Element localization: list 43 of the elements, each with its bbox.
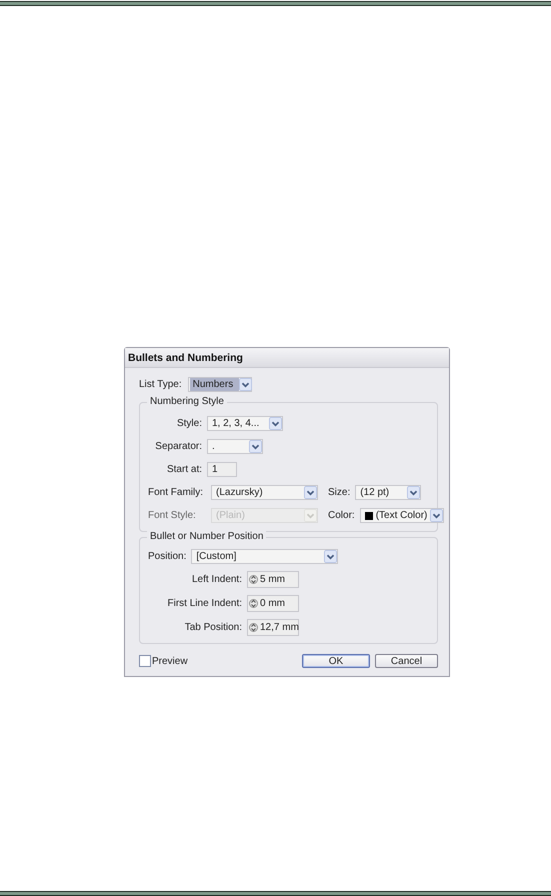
spinner-arrows-icon[interactable] — [249, 573, 258, 586]
field-label: List Type: — [139, 379, 182, 390]
field-label: Size: — [328, 487, 350, 498]
dropdown-field[interactable]: (12 pt) — [355, 485, 422, 500]
field-label: First Line Indent: — [166, 598, 242, 609]
field-label: Separator: — [154, 441, 202, 452]
dropdown-value: (Text Color) — [376, 510, 428, 521]
field-label: Style: — [176, 418, 202, 429]
spinner-value: 5 mm — [260, 574, 285, 585]
dropdown-value: 1, 2, 3, 4... — [212, 418, 260, 429]
dropdown-field[interactable]: . — [207, 439, 263, 454]
cancel-button[interactable]: Cancel — [375, 654, 438, 668]
spinner-field[interactable]: 12,7 mm — [247, 619, 299, 636]
spinner-value: 0 mm — [260, 598, 285, 609]
checkbox[interactable] — [139, 655, 151, 667]
spinner-field[interactable]: 0 mm — [247, 595, 299, 612]
input-field[interactable]: 1 — [207, 462, 237, 477]
field-label: Color: — [328, 510, 355, 521]
dropdown-field[interactable]: 1, 2, 3, 4... — [207, 416, 283, 431]
dropdown-value: (Lazursky) — [216, 487, 263, 498]
dropdown-value: Numbers — [190, 378, 240, 391]
dropdown-value: [Custom] — [196, 551, 236, 562]
dropdown-field[interactable]: (Lazursky) — [211, 485, 318, 500]
ok-button[interactable]: OK — [302, 654, 370, 668]
field-label: Position: — [148, 551, 186, 562]
dropdown-value: . — [212, 441, 215, 452]
group-title: Numbering Style — [147, 396, 227, 407]
spinner-field[interactable]: 5 mm — [247, 571, 299, 588]
checkbox-label[interactable]: Preview — [152, 656, 188, 666]
field-label: Left Indent: — [190, 574, 242, 585]
field-label: Font Family: — [148, 487, 204, 498]
spinner-arrows-icon[interactable] — [249, 621, 258, 634]
spinner-arrows-icon[interactable] — [249, 597, 258, 610]
window-title: Bullets and Numbering — [128, 352, 243, 364]
spinner-value: 12,7 mm — [260, 622, 299, 633]
dropdown-field[interactable]: (Text Color) — [360, 508, 444, 523]
field-label: Start at: — [166, 464, 202, 475]
group-title: Bullet or Number Position — [147, 531, 266, 542]
dropdown-field[interactable]: [Custom] — [191, 549, 338, 564]
dropdown-field[interactable]: Numbers — [188, 377, 252, 392]
field-label: Font Style: — [148, 510, 197, 521]
dropdown-value: (12 pt) — [360, 487, 390, 498]
field-label: Tab Position: — [184, 622, 242, 633]
